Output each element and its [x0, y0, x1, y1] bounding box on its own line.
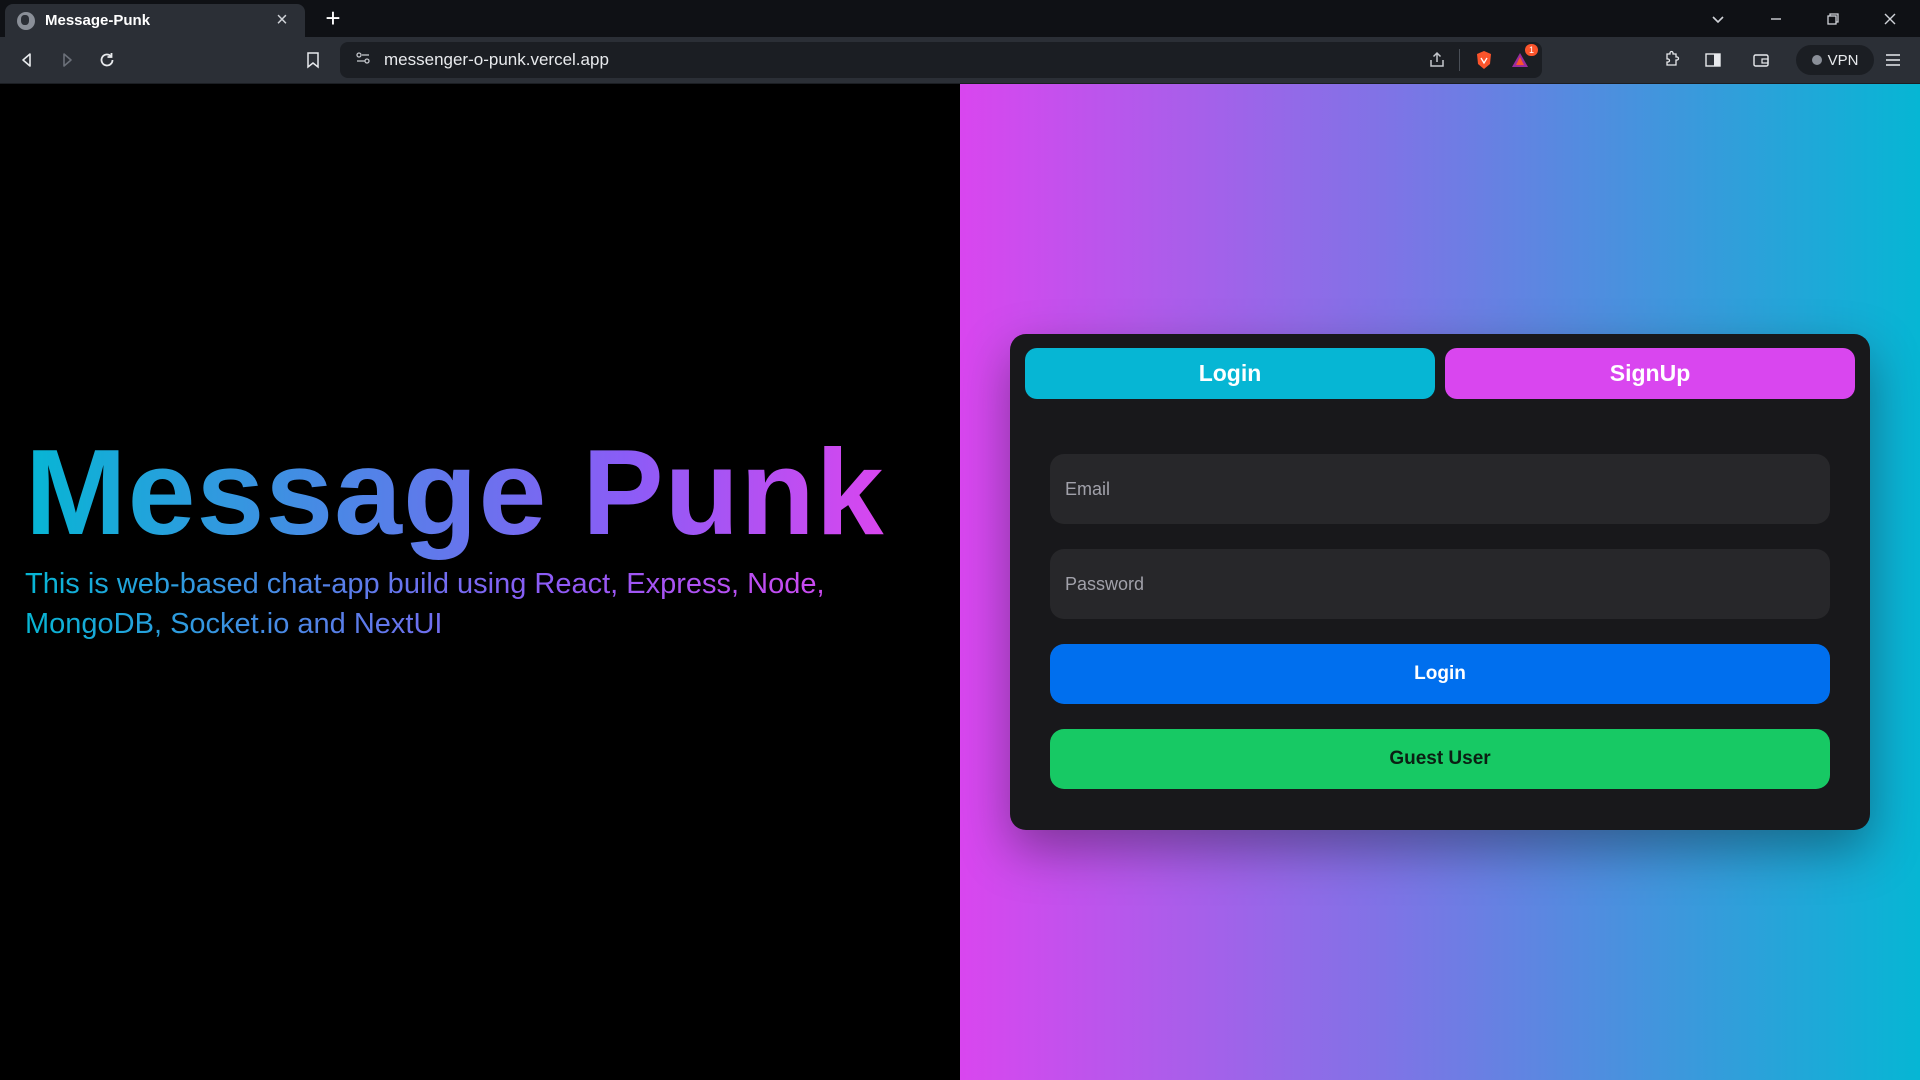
auth-card: Login SignUp Login Guest User: [1010, 334, 1870, 830]
brave-rewards-icon[interactable]: 1: [1506, 44, 1538, 74]
close-window-button[interactable]: [1862, 0, 1918, 37]
wallet-icon[interactable]: [1746, 45, 1776, 75]
tab-login[interactable]: Login: [1025, 348, 1435, 399]
guest-user-button[interactable]: Guest User: [1050, 729, 1830, 789]
hero-title: Message Punk: [25, 424, 885, 560]
back-button[interactable]: [12, 45, 42, 75]
globe-icon: [17, 11, 35, 30]
sidebar-icon[interactable]: [1698, 45, 1728, 75]
vpn-status-icon: [1811, 55, 1822, 65]
password-input[interactable]: [1065, 573, 1815, 595]
divider: [1459, 49, 1460, 71]
address-bar[interactable]: messenger-o-punk.vercel.app 1: [340, 42, 1542, 78]
tab-search-chevron-icon[interactable]: [1690, 0, 1746, 37]
page-content: Message Punk This is web-based chat-app …: [0, 84, 1920, 1080]
menu-icon[interactable]: [1878, 45, 1908, 75]
rewards-badge: 1: [1524, 44, 1538, 56]
bookmark-icon[interactable]: [298, 45, 328, 75]
hero-subtitle: This is web-based chat-app build using R…: [25, 564, 885, 644]
tab-title: Message-Punk: [45, 12, 151, 29]
restore-button[interactable]: [1805, 0, 1861, 37]
vpn-label: VPN: [1827, 51, 1859, 69]
email-input[interactable]: [1065, 478, 1815, 500]
browser-tab[interactable]: Message-Punk ×: [5, 4, 305, 37]
browser-tab-bar: Message-Punk × +: [0, 0, 1920, 37]
login-button[interactable]: Login: [1050, 644, 1830, 704]
url-text: messenger-o-punk.vercel.app: [384, 50, 609, 69]
brave-shields-icon[interactable]: [1470, 46, 1498, 74]
reload-button[interactable]: [92, 45, 122, 75]
forward-button[interactable]: [52, 45, 82, 75]
email-field[interactable]: [1050, 454, 1830, 524]
hero-panel: Message Punk This is web-based chat-app …: [0, 84, 960, 1080]
share-icon[interactable]: [1423, 46, 1451, 74]
vpn-button[interactable]: VPN: [1796, 45, 1874, 75]
browser-toolbar: messenger-o-punk.vercel.app 1 VPN: [0, 37, 1920, 84]
minimize-button[interactable]: [1748, 0, 1804, 37]
password-field[interactable]: [1050, 549, 1830, 619]
new-tab-button[interactable]: +: [318, 4, 348, 34]
extensions-icon[interactable]: [1656, 45, 1686, 75]
close-tab-icon[interactable]: ×: [271, 9, 293, 32]
auth-panel: Login SignUp Login Guest User: [960, 84, 1920, 1080]
tab-signup[interactable]: SignUp: [1445, 348, 1855, 399]
site-settings-icon[interactable]: [354, 49, 372, 72]
